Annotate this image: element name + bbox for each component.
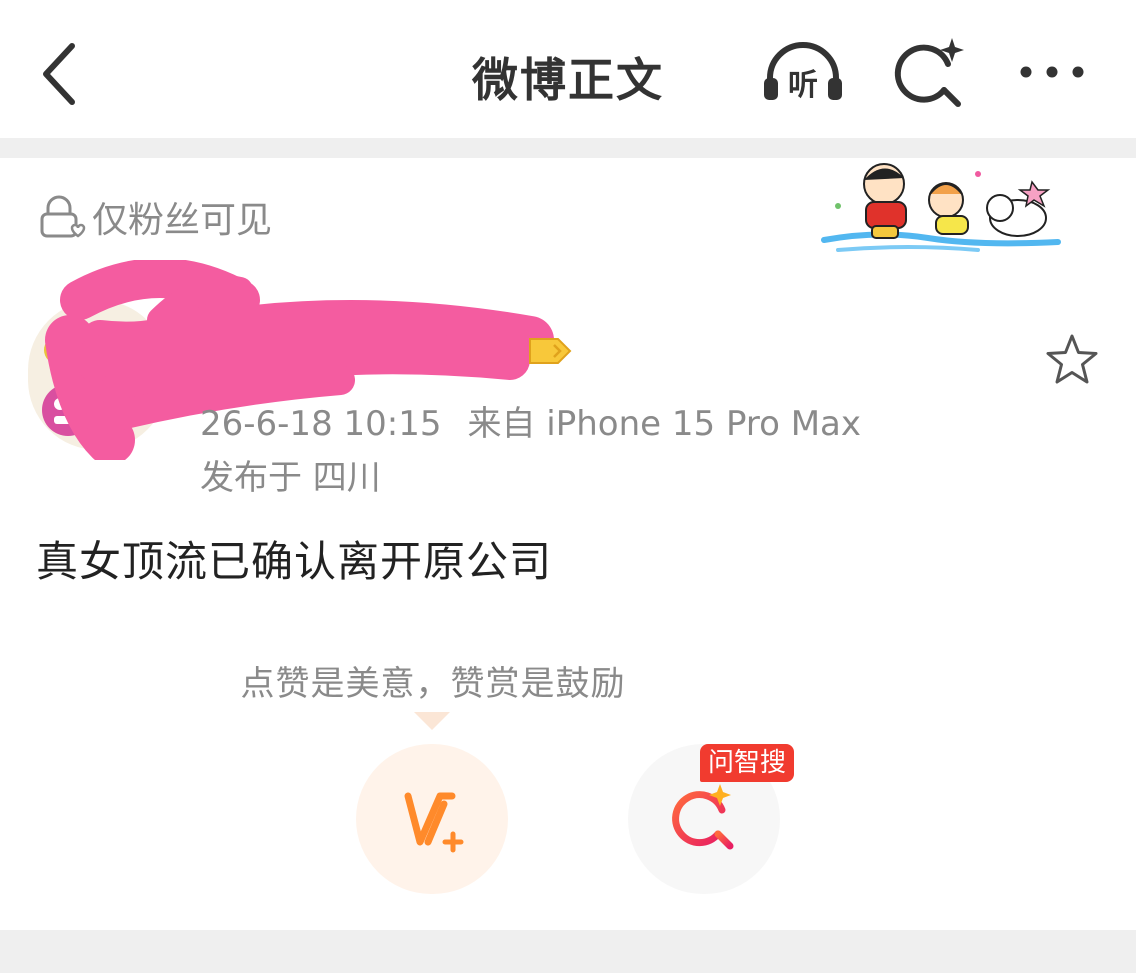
lock-heart-icon: [40, 195, 86, 238]
post-location: 发布于 四川: [200, 458, 381, 498]
member-badge-icon: [529, 338, 572, 364]
bottom-divider: [0, 930, 1136, 973]
cartoon-sticker-decoration: [821, 163, 1061, 252]
top-bar: 微博正文 听: [0, 0, 1136, 138]
search-button[interactable]: [886, 34, 976, 114]
header-divider: [0, 138, 1136, 158]
visibility-label: 仅粉丝可见: [92, 200, 273, 241]
post-meta: 26-6-18 10:15 来自 iPhone 15 Pro Max: [200, 396, 861, 445]
reward-button[interactable]: [356, 744, 508, 894]
ask-tag-badge: 问智搜: [700, 744, 795, 782]
more-dots-icon: [1020, 66, 1084, 78]
more-button[interactable]: [1010, 34, 1100, 114]
tip-pointer: [414, 712, 450, 730]
listen-label: 听: [788, 68, 818, 103]
visibility-indicator: 仅粉丝可见: [36, 192, 272, 242]
post-content: 真女顶流已确认离开原公司: [36, 537, 553, 586]
reward-v-plus-icon: [404, 792, 464, 853]
reward-tip: 点赞是美意，赞赏是鼓励: [240, 664, 626, 704]
star-icon: [1046, 334, 1098, 384]
post-timestamp: 26-6-18 10:15: [200, 404, 442, 444]
post-source: 来自 iPhone 15 Pro Max: [467, 404, 862, 444]
headphones-icon: 听: [764, 42, 842, 103]
ai-search-icon: [894, 38, 964, 107]
listen-button[interactable]: 听: [758, 34, 848, 114]
favorite-button[interactable]: [1044, 332, 1100, 388]
